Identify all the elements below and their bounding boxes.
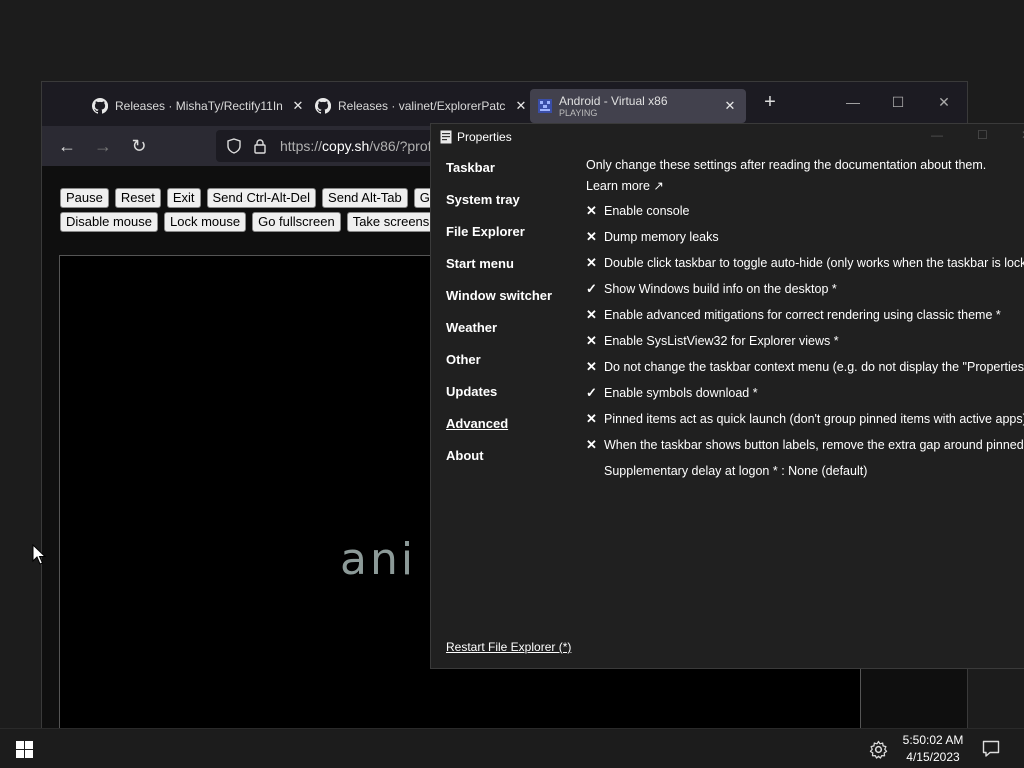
android-boot-logo: ani	[340, 534, 417, 585]
back-button[interactable]: ←	[56, 136, 78, 158]
option-pinned-quick-launch[interactable]: ✕ Pinned items act as quick launch (don'…	[586, 410, 1024, 428]
option-advanced-mitigations[interactable]: ✕ Enable advanced mitigations for correc…	[586, 306, 1001, 324]
nav-weather[interactable]: Weather	[446, 320, 497, 335]
option-state-icon: ✕	[586, 255, 597, 270]
nav-other[interactable]: Other	[446, 352, 481, 367]
option-label: Enable symbols download *	[604, 386, 758, 400]
nav-system-tray[interactable]: System tray	[446, 192, 520, 207]
properties-app-icon	[440, 130, 452, 144]
clock-date: 4/15/2023	[906, 750, 960, 764]
close-tab-button[interactable]: ✕	[290, 98, 306, 114]
option-dump-memory-leaks[interactable]: ✕ Dump memory leaks	[586, 228, 719, 246]
clock-time: 5:50:02 AM	[902, 733, 964, 747]
option-supplementary-delay[interactable]: Supplementary delay at logon * : None (d…	[586, 462, 867, 480]
nav-updates[interactable]: Updates	[446, 384, 497, 399]
option-state-icon: ✕	[586, 437, 597, 452]
tab-strip: Releases · MishaTy/Rectify11Ins ✕ Releas…	[42, 82, 967, 126]
mouse-cursor-icon	[32, 544, 46, 565]
close-tab-button[interactable]: ✕	[722, 98, 738, 114]
url-path: /v86/?prof	[369, 138, 432, 154]
close-window-button[interactable]: ✕	[934, 92, 954, 112]
learn-more-link[interactable]: Learn more ↗	[586, 178, 664, 193]
emulator-controls-row-2: Disable mouse Lock mouse Go fullscreen T…	[60, 212, 454, 232]
tab-text: Android - Virtual x86 PLAYING	[559, 94, 668, 119]
nav-start-menu[interactable]: Start menu	[446, 256, 514, 271]
system-clock[interactable]: 5:50:02 AM 4/15/2023	[896, 732, 970, 766]
option-label: Supplementary delay at logon * : None (d…	[604, 464, 868, 478]
url-host: copy.sh	[322, 138, 370, 154]
lock-mouse-button[interactable]: Lock mouse	[164, 212, 247, 232]
start-windows-icon[interactable]	[16, 741, 33, 758]
option-state-icon: ✓	[586, 385, 597, 400]
nav-advanced[interactable]: Advanced	[446, 416, 508, 431]
taskbar: 5:50:02 AM 4/15/2023	[0, 728, 1024, 768]
v86-icon	[538, 99, 552, 113]
option-state-icon: ✕	[586, 333, 597, 348]
option-double-click-autohide[interactable]: ✕ Double click taskbar to toggle auto-hi…	[586, 254, 1024, 272]
shield-icon[interactable]	[226, 138, 242, 154]
option-label: Do not change the taskbar context menu (…	[604, 360, 1024, 374]
properties-window: Properties — ☐ ✕ Taskbar System tray Fil…	[430, 123, 1024, 669]
send-ctrl-alt-del-button[interactable]: Send Ctrl-Alt-Del	[206, 188, 317, 208]
nav-file-explorer[interactable]: File Explorer	[446, 224, 525, 239]
restart-file-explorer-link[interactable]: Restart File Explorer (*)	[446, 640, 571, 654]
new-tab-button[interactable]: +	[760, 92, 780, 113]
tab-label: Releases · MishaTy/Rectify11Ins	[115, 99, 283, 113]
option-label: Show Windows build info on the desktop *	[604, 282, 837, 296]
tab-title: Android - Virtual x86	[559, 93, 668, 108]
url-text[interactable]: https://copy.sh/v86/?prof	[280, 138, 432, 154]
option-label: Enable console	[604, 204, 690, 218]
tab-playing-status: PLAYING	[559, 107, 598, 118]
option-syslistview32[interactable]: ✕ Enable SysListView32 for Explorer view…	[586, 332, 839, 350]
disable-mouse-button[interactable]: Disable mouse	[60, 212, 158, 232]
emulator-controls-row-1: Pause Reset Exit Send Ctrl-Alt-Del Send …	[60, 188, 460, 208]
reload-button[interactable]: ↻	[128, 136, 150, 158]
settings-warning-text: Only change these settings after reading…	[586, 158, 987, 172]
option-show-build-info[interactable]: ✓ Show Windows build info on the desktop…	[586, 280, 837, 298]
url-prefix: https://	[280, 138, 323, 154]
lock-icon[interactable]	[252, 138, 268, 154]
tab-rectify11-releases[interactable]: Releases · MishaTy/Rectify11Ins ✕	[92, 91, 303, 121]
reset-button[interactable]: Reset	[114, 188, 161, 208]
minimize-button[interactable]: —	[843, 92, 863, 112]
properties-titlebar[interactable]: Properties — ☐ ✕	[431, 124, 1024, 152]
exit-button[interactable]: Exit	[166, 188, 201, 208]
properties-minimize-button[interactable]: —	[931, 128, 943, 142]
option-symbols-download[interactable]: ✓ Enable symbols download *	[586, 384, 758, 402]
nav-taskbar[interactable]: Taskbar	[446, 160, 495, 175]
pause-button[interactable]: Pause	[60, 188, 109, 208]
option-taskbar-context-menu[interactable]: ✕ Do not change the taskbar context menu…	[586, 358, 1024, 376]
tab-explorerpatcher-releases[interactable]: Releases · valinet/ExplorerPatch ✕	[315, 91, 526, 121]
option-state-icon: ✕	[586, 359, 597, 374]
forward-button[interactable]: →	[92, 136, 114, 158]
go-fullscreen-button[interactable]: Go fullscreen	[252, 212, 341, 232]
notification-center-icon[interactable]	[982, 740, 1000, 758]
option-remove-extra-gap[interactable]: ✕ When the taskbar shows button labels, …	[586, 436, 1024, 454]
option-label: Double click taskbar to toggle auto-hide…	[604, 256, 1024, 270]
option-state-icon: ✕	[586, 307, 597, 322]
nav-about[interactable]: About	[446, 448, 484, 463]
github-icon	[315, 98, 331, 114]
option-state-icon: ✓	[586, 281, 597, 296]
option-label: When the taskbar shows button labels, re…	[604, 438, 1024, 452]
option-state-icon: ✕	[586, 203, 597, 218]
properties-maximize-button[interactable]: ☐	[977, 128, 988, 142]
option-label: Pinned items act as quick launch (don't …	[604, 412, 1024, 426]
option-state-icon: ✕	[586, 411, 597, 426]
properties-title: Properties	[457, 130, 512, 144]
tab-android-virtual-x86[interactable]: Android - Virtual x86 PLAYING ✕	[530, 89, 746, 123]
github-icon	[92, 98, 108, 114]
send-alt-tab-button[interactable]: Send Alt-Tab	[322, 188, 408, 208]
maximize-button[interactable]: ☐	[888, 92, 908, 112]
option-label: Enable advanced mitigations for correct …	[604, 308, 1001, 322]
gear-icon[interactable]	[869, 740, 888, 759]
option-label: Enable SysListView32 for Explorer views …	[604, 334, 839, 348]
tab-label: Releases · valinet/ExplorerPatch	[338, 99, 506, 113]
nav-window-switcher[interactable]: Window switcher	[446, 288, 552, 303]
option-state-icon: ✕	[586, 229, 597, 244]
option-label: Dump memory leaks	[604, 230, 719, 244]
option-enable-console[interactable]: ✕ Enable console	[586, 202, 689, 220]
close-tab-button[interactable]: ✕	[513, 98, 529, 114]
